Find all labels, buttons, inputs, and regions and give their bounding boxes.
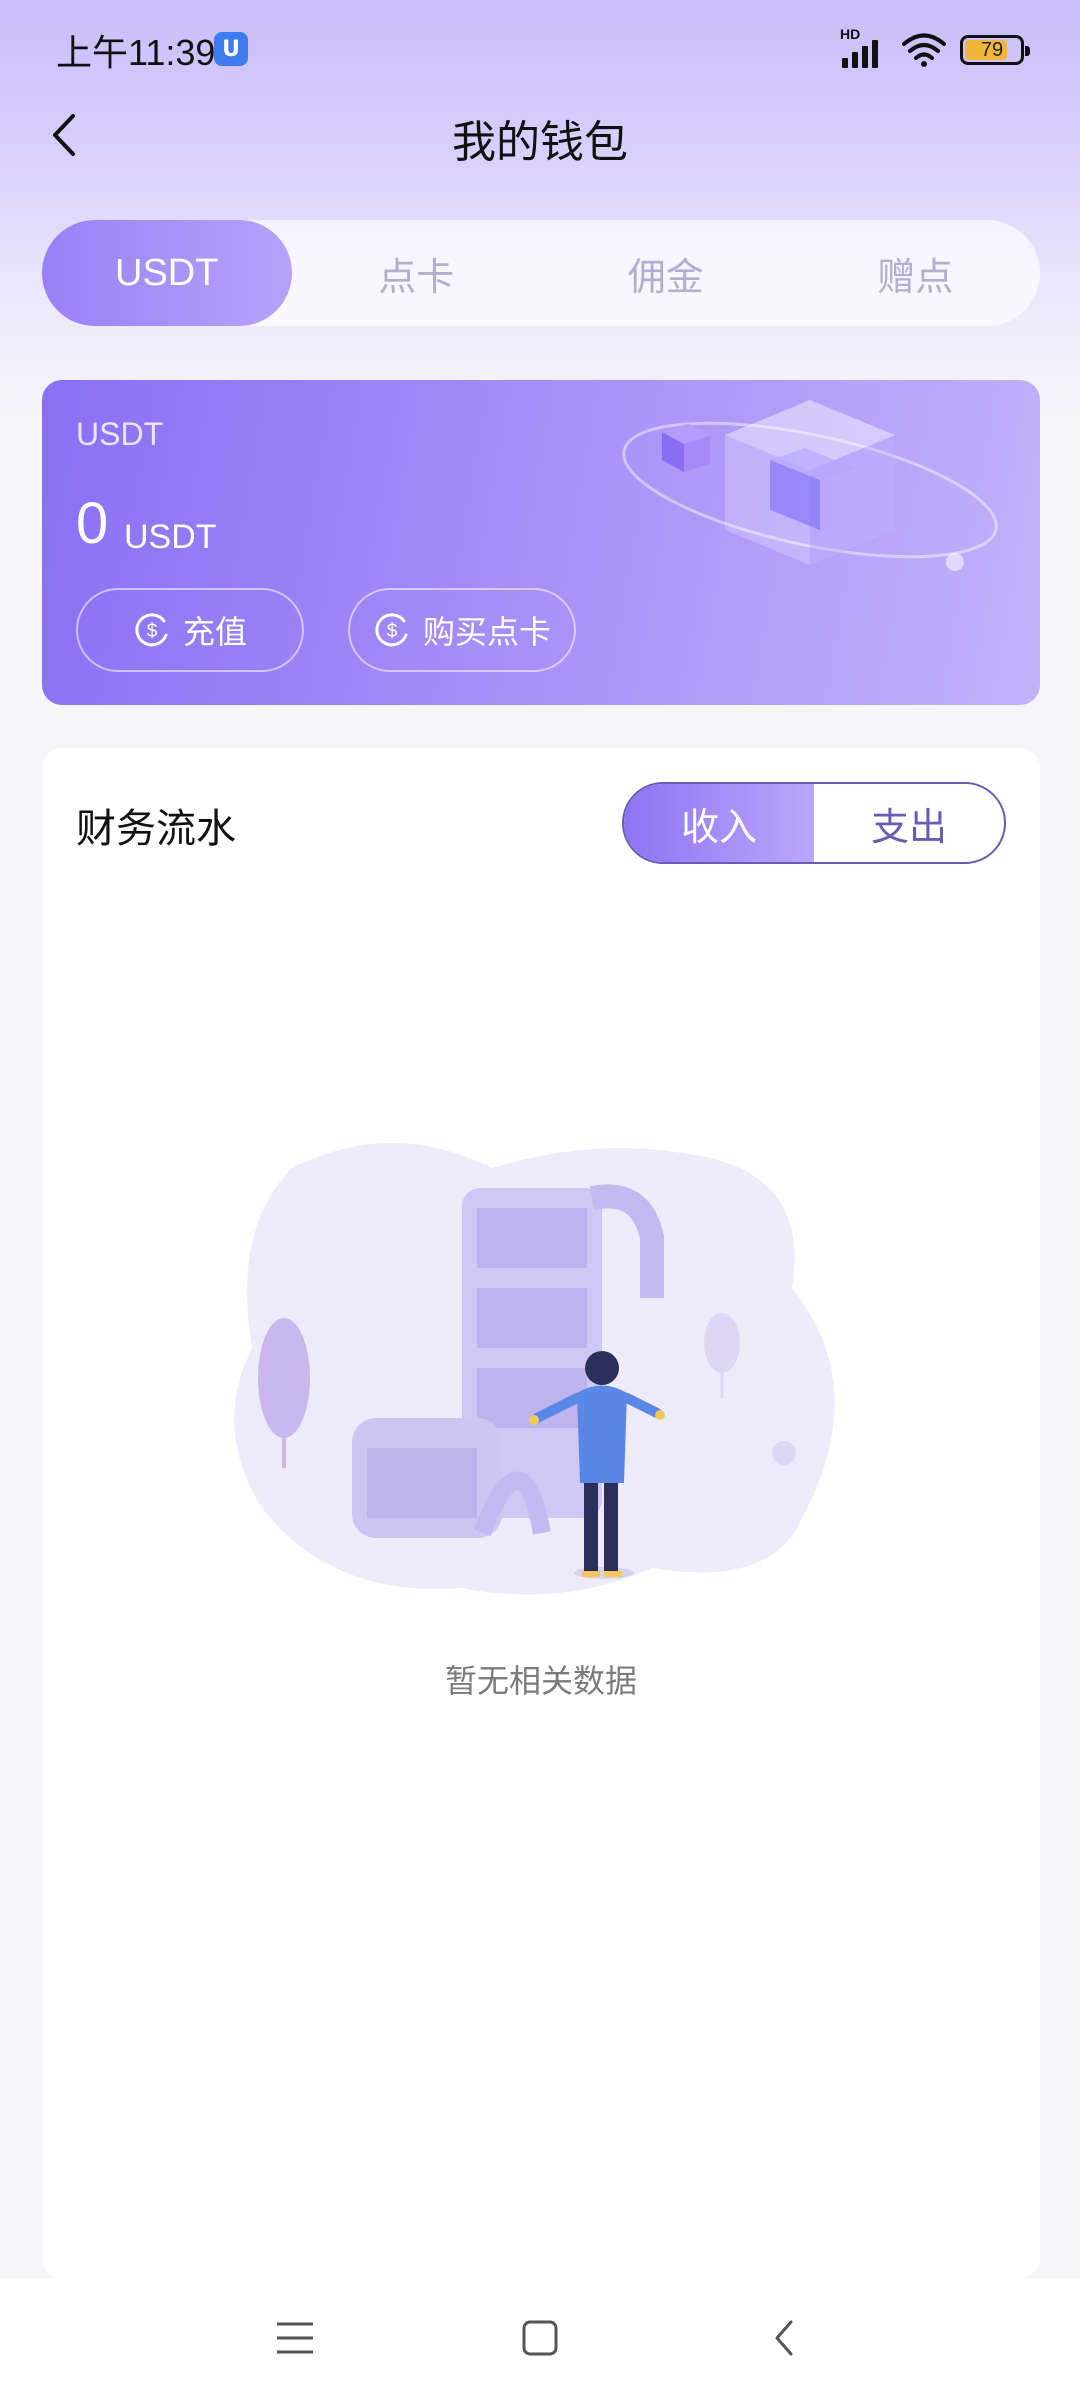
recharge-label: 充值 [182, 613, 247, 651]
recharge-button[interactable]: $ 充值 [76, 588, 304, 672]
tab-commission[interactable]: 佣金 [541, 220, 791, 326]
dollar-coin-icon: $ [375, 613, 408, 647]
svg-text:$: $ [147, 621, 158, 642]
system-back-button[interactable] [744, 2298, 824, 2378]
balance-unit: USDT [124, 518, 217, 556]
wallet-tab-bar: USDT 点卡 佣金 赠点 [42, 220, 1040, 326]
home-button[interactable] [500, 2298, 580, 2378]
income-expense-toggle: 收入 支出 [622, 782, 1006, 864]
currency-label: USDT [76, 416, 164, 452]
tab-usdt[interactable]: USDT [42, 220, 292, 326]
app-notification-icon: U [214, 32, 248, 66]
svg-text:$: $ [387, 621, 398, 642]
page-title: 我的钱包 [452, 117, 628, 168]
status-bar: 上午11:39 U HD 79 [0, 0, 1080, 100]
battery-level: 79 [980, 38, 1004, 61]
income-segment[interactable]: 收入 [624, 784, 814, 862]
cube-decoration-icon [622, 400, 998, 571]
finance-title: 财务流水 [76, 806, 236, 852]
menu-icon [277, 2322, 313, 2354]
status-indicators: HD 79 [840, 26, 1030, 70]
buy-point-card-button[interactable]: $ 购买点卡 [348, 588, 576, 672]
empty-state-text: 暂无相关数据 [444, 1662, 637, 1700]
battery-icon: 79 [960, 35, 1030, 65]
home-icon [522, 2320, 558, 2356]
empty-state-illustration [234, 1143, 835, 1595]
balance-card: USDT 0 USDT $ 充值 $ 购买点卡 [42, 380, 1040, 705]
system-navigation-bar [0, 2278, 1080, 2400]
dollar-coin-icon: $ [135, 613, 168, 647]
recent-apps-button[interactable] [255, 2298, 335, 2378]
expense-segment[interactable]: 支出 [814, 784, 1004, 862]
buy-point-card-label: 购买点卡 [422, 613, 551, 651]
tab-bonus-points[interactable]: 赠点 [791, 220, 1041, 326]
wifi-icon [902, 33, 946, 67]
status-time: 上午11:39 [56, 32, 216, 73]
finance-records-panel: 财务流水 收入 支出 暂无相关数据 [42, 748, 1040, 2278]
cellular-signal-icon: HD [840, 26, 888, 68]
back-icon [775, 2320, 793, 2356]
balance-amount: 0 [76, 491, 109, 556]
tab-point-card[interactable]: 点卡 [292, 220, 542, 326]
